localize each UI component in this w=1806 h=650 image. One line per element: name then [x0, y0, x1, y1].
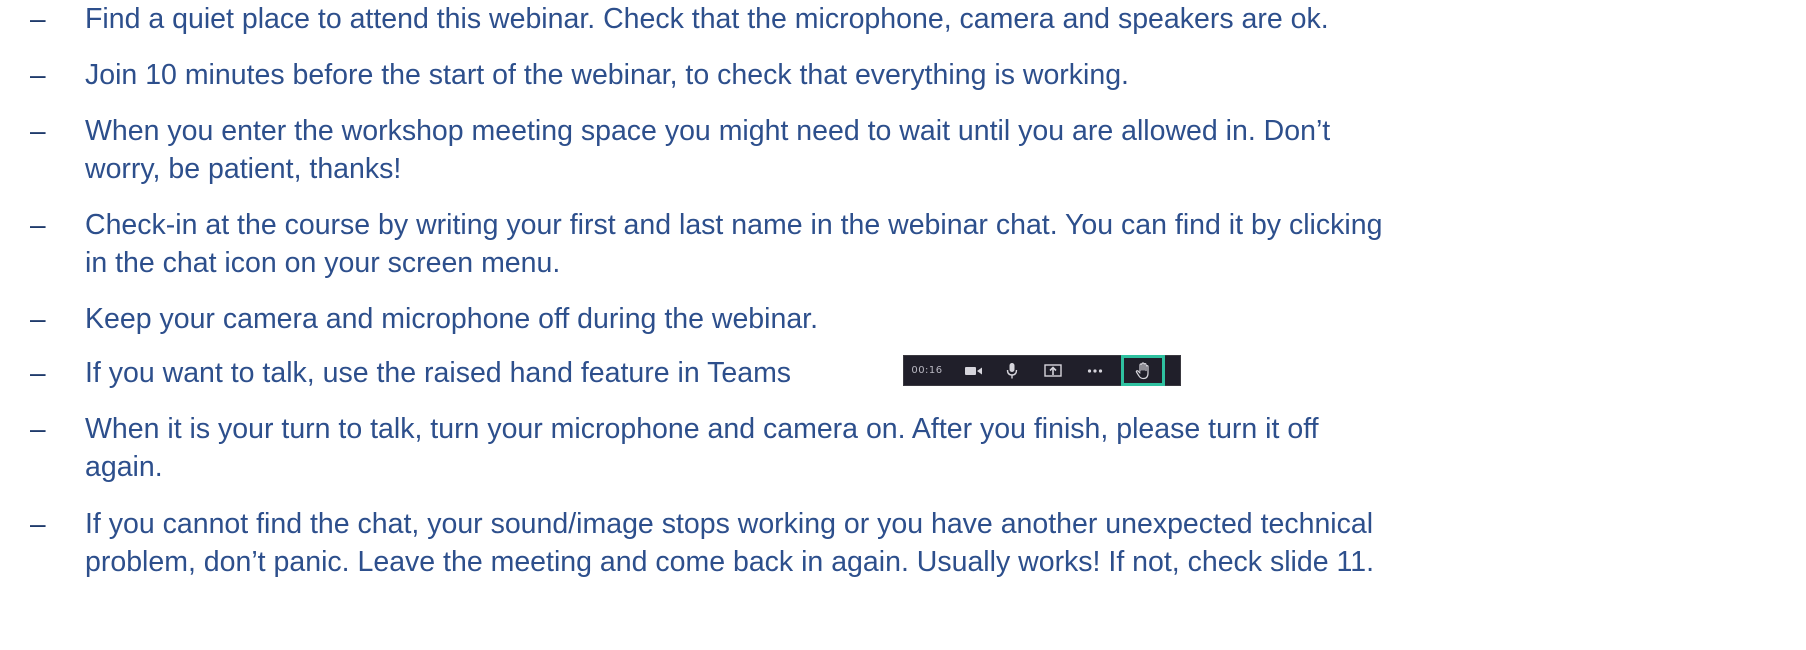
list-item-line: in the chat icon on your screen menu. — [85, 247, 561, 279]
video-camera-icon — [962, 356, 986, 385]
list-dash: – — [30, 209, 46, 240]
teams-toolbar-image: 00:16 — [903, 355, 1181, 386]
list-item-line: Join 10 minutes before the start of the … — [85, 59, 1129, 91]
list-item-text: If you cannot find the chat, your sound/… — [85, 505, 1800, 581]
microphone-icon — [1000, 356, 1024, 385]
list-item-text: Join 10 minutes before the start of the … — [85, 56, 1800, 94]
list-item-line: Check-in at the course by writing your f… — [85, 209, 1383, 241]
list-dash: – — [30, 303, 46, 334]
list-dash: – — [30, 357, 46, 388]
list-item-text: Check-in at the course by writing your f… — [85, 206, 1800, 282]
list-item-text: When it is your turn to talk, turn your … — [85, 410, 1800, 486]
share-screen-icon — [1040, 356, 1066, 385]
list-item-line: Find a quiet place to attend this webina… — [85, 3, 1329, 35]
list-item-text: Keep your camera and microphone off duri… — [85, 300, 1800, 338]
call-timer: 00:16 — [911, 365, 943, 376]
list-dash: – — [30, 413, 46, 444]
list-item-line: When you enter the workshop meeting spac… — [85, 115, 1331, 147]
list-dash: – — [30, 3, 46, 34]
list-item-line: worry, be patient, thanks! — [85, 153, 402, 185]
list-dash: – — [30, 508, 46, 539]
list-item-line: If you cannot find the chat, your sound/… — [85, 508, 1374, 540]
raise-hand-icon — [1131, 356, 1155, 385]
list-item-text: When you enter the workshop meeting spac… — [85, 112, 1800, 188]
list-dash: – — [30, 115, 46, 146]
list-item-line: When it is your turn to talk, turn your … — [85, 413, 1319, 445]
list-item-line: again. — [85, 451, 163, 483]
list-item-text: Find a quiet place to attend this webina… — [85, 0, 1800, 38]
list-item-line: problem, don’t panic. Leave the meeting … — [85, 546, 1375, 578]
list-dash: – — [30, 59, 46, 90]
list-item-line: Keep your camera and microphone off duri… — [85, 303, 819, 335]
more-options-icon — [1082, 356, 1108, 385]
